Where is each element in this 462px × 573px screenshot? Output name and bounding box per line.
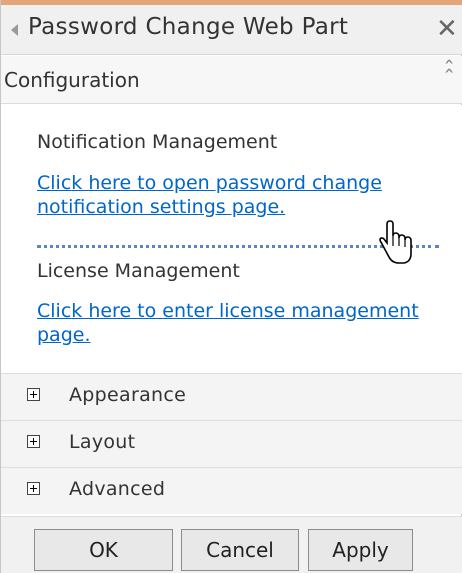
web-part-tool-pane: Password Change Web Part ✕ Configuration…: [0, 0, 462, 573]
hand-cursor-icon: [379, 220, 412, 264]
ok-button[interactable]: OK: [34, 529, 173, 571]
configuration-label: Configuration: [4, 68, 140, 92]
section-label: Advanced: [69, 478, 166, 500]
panel-title: Password Change Web Part: [28, 14, 349, 40]
cancel-button[interactable]: Cancel: [181, 529, 299, 571]
configuration-body: Notification Management Click here to op…: [1, 105, 462, 373]
apply-button[interactable]: Apply: [308, 529, 413, 571]
section-label: Layout: [69, 431, 136, 453]
license-management-title: License Management: [37, 260, 240, 282]
section-appearance[interactable]: Appearance: [1, 373, 462, 420]
button-bar: OK Cancel Apply: [1, 516, 462, 573]
notification-management-title: Notification Management: [37, 131, 278, 153]
expand-plus-icon[interactable]: [27, 435, 40, 448]
expand-plus-icon[interactable]: [27, 482, 40, 495]
license-management-link[interactable]: Click here to enter license management p…: [37, 299, 437, 347]
section-label: Appearance: [69, 384, 187, 406]
notification-settings-link[interactable]: Click here to open password change notif…: [37, 171, 437, 219]
configuration-header[interactable]: Configuration ˆˆ: [1, 56, 462, 104]
chevron-up-icon[interactable]: ˆˆ: [443, 59, 455, 88]
section-layout[interactable]: Layout: [1, 420, 462, 467]
expand-plus-icon[interactable]: [27, 388, 40, 401]
title-bar: Password Change Web Part ✕: [1, 5, 462, 55]
section-advanced[interactable]: Advanced: [1, 467, 462, 514]
close-icon[interactable]: ✕: [436, 13, 458, 45]
collapse-arrow-icon[interactable]: [11, 24, 18, 36]
